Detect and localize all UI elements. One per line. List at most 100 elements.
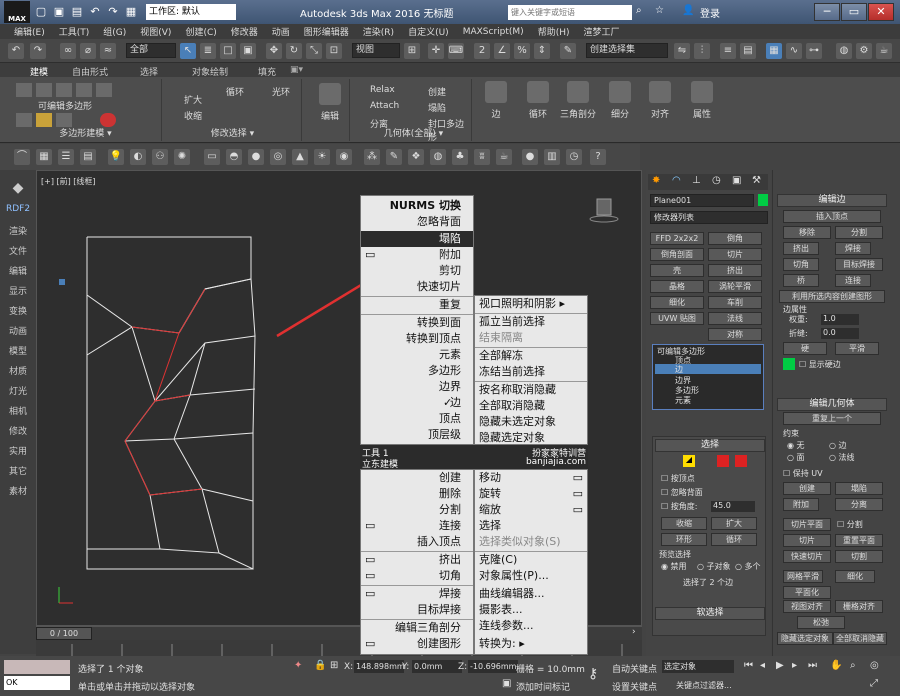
search-input[interactable]: 键入关键字或短语 (508, 5, 632, 20)
grow-button[interactable]: 扩大 (184, 93, 202, 106)
shrink-button[interactable]: 收缩 (184, 109, 202, 122)
binoculars-icon[interactable]: ⌕ (636, 5, 642, 16)
unlink-icon[interactable]: ⌀ (80, 43, 96, 59)
spinner-snap-icon[interactable]: ⇕ (534, 43, 550, 59)
quad-create[interactable]: 创建 (361, 470, 473, 486)
select-by-name-icon[interactable]: ≣ (200, 43, 216, 59)
show-end-icon[interactable] (36, 113, 52, 127)
preview-disable-radio[interactable]: ◉ 禁用 (661, 561, 687, 572)
extrude-button[interactable]: 挤出 (783, 242, 819, 255)
hard-edge-color-swatch[interactable] (783, 358, 795, 370)
quad-target-weld[interactable]: 目标焊接 (361, 602, 473, 618)
cut-button[interactable]: 切割 (835, 550, 883, 563)
auto-key-button[interactable]: 自动关键点 (612, 662, 657, 675)
relax-button[interactable]: 松弛 (797, 616, 845, 629)
menu-plugin[interactable]: 渲梦工厂 (583, 25, 619, 38)
quad-object-properties[interactable]: 对象属性(P)... (475, 568, 587, 584)
vray-icon[interactable]: ☕ (496, 149, 512, 165)
left-item-assets[interactable]: 素材 (0, 484, 36, 497)
quad-element[interactable]: 元素 (361, 347, 473, 363)
cloth-icon[interactable]: ❖ (408, 149, 424, 165)
selection-rollout-header[interactable]: 选择 (655, 439, 765, 452)
ribbon-group-label[interactable]: 修改选择 ▾ (164, 126, 301, 139)
z-coordinate-field[interactable]: -10.696mm (468, 660, 518, 673)
modifier-list-dropdown[interactable]: 修改器列表 (650, 211, 768, 224)
redo-icon[interactable]: ↷ (106, 5, 120, 19)
box-icon[interactable]: ▭ (204, 149, 220, 165)
undo-icon[interactable]: ↶ (8, 43, 24, 59)
cone-icon[interactable]: ▲ (292, 149, 308, 165)
percent-snap-icon[interactable]: % (514, 43, 530, 59)
quad-collapse[interactable]: 塌陷 (361, 231, 473, 247)
grid-icon[interactable]: ▤ (80, 149, 96, 165)
menu-modifiers[interactable]: 修改器 (231, 25, 258, 38)
properties-tool-button[interactable]: 属性 (682, 79, 722, 129)
quickslice-button[interactable]: 快速切片 (783, 550, 831, 563)
quad-insert-vertex[interactable]: 插入顶点 (361, 534, 473, 550)
manipulate-icon[interactable]: ✛ (428, 43, 444, 59)
planarize-button[interactable]: 平面化 (783, 586, 831, 599)
modifier-button[interactable]: FFD 2x2x2 (650, 232, 704, 245)
help-icon[interactable]: ? (590, 149, 606, 165)
menu-rendering[interactable]: 渲染(R) (363, 25, 394, 38)
loops-tool-button[interactable]: 循环 (518, 79, 558, 129)
material-ball-icon[interactable]: ● (522, 149, 538, 165)
asset-icon[interactable]: ▥ (544, 149, 560, 165)
soft-selection-rollout[interactable]: 软选择 (655, 607, 765, 620)
hide-selected-button[interactable]: 隐藏选定对象 (777, 632, 833, 645)
align-icon[interactable]: ⫶ (694, 43, 710, 59)
quad-edge[interactable]: ✓ 边 (361, 395, 473, 411)
ribbon-options-icon[interactable]: ▣▾ (290, 65, 303, 75)
chamfer-button[interactable]: 切角 (783, 258, 819, 271)
left-item-other[interactable]: 其它 (0, 464, 36, 477)
clock-icon[interactable]: ◷ (566, 149, 582, 165)
lock-selection-icon[interactable]: 🔒 (314, 660, 326, 671)
grow-button[interactable]: 扩大 (711, 517, 757, 530)
reset-plane-button[interactable]: 重置平面 (835, 534, 883, 547)
ribbon-group-label[interactable]: 几何体(全部) ▾ (356, 126, 471, 139)
preview-multi-radio[interactable]: ○ 多个 (735, 561, 761, 572)
x-coordinate-field[interactable]: 148.898mm (354, 660, 405, 673)
quad-rotate[interactable]: 旋转 ▭ (475, 486, 587, 502)
menu-views[interactable]: 视图(V) (140, 25, 171, 38)
quad-curve-editor[interactable]: 曲线编辑器... (475, 586, 587, 602)
settings-box-icon[interactable]: ▭ (365, 586, 375, 602)
left-item-modify[interactable]: 修改 (0, 424, 36, 437)
key-mode-dropdown[interactable]: 选定对象 (662, 660, 734, 673)
quad-attach[interactable]: ▭ 附加 (361, 247, 473, 263)
menu-create[interactable]: 创建(C) (185, 25, 216, 38)
login-link[interactable]: 登录 (700, 5, 720, 20)
settings-box-icon[interactable]: ▭ (365, 247, 375, 263)
grid-align-button[interactable]: 栅格对齐 (835, 600, 883, 613)
edit-button[interactable]: 编辑 (310, 81, 350, 131)
time-slider-thumb[interactable]: 0 / 100 (36, 627, 92, 640)
material-editor-icon[interactable]: ◍ (836, 43, 852, 59)
crease-field[interactable]: 0.0 (821, 328, 859, 339)
left-item-rdf[interactable]: RDF2 (0, 204, 36, 214)
snaps-toggle-icon[interactable]: 2 (474, 43, 490, 59)
shrink-button[interactable]: 收缩 (661, 517, 707, 530)
rig-icon[interactable]: ⚇ (152, 149, 168, 165)
unhide-all-button[interactable]: 全部取消隐藏 (833, 632, 887, 645)
pivot-icon[interactable]: ⊞ (404, 43, 420, 59)
ignore-backface-checkbox[interactable]: ☐ 忽略背面 (661, 487, 703, 498)
scale-icon[interactable]: ⤡ (306, 43, 322, 59)
select-object-icon[interactable]: ↖ (180, 43, 196, 59)
key-filters-button[interactable]: 关键点过滤器... (676, 680, 732, 691)
ribbon-group-label[interactable]: 多边形建模 ▾ (10, 126, 161, 139)
preserve-uv-icon[interactable] (100, 113, 116, 127)
list-icon[interactable]: ☰ (58, 149, 74, 165)
constraint-face-radio[interactable]: ○ 面 (787, 452, 805, 463)
by-angle-checkbox[interactable]: ☐ 按角度: (661, 501, 697, 512)
motion-tab-icon[interactable]: ◷ (712, 175, 721, 186)
by-vertex-checkbox[interactable]: ☐ 按顶点 (661, 473, 695, 484)
hierarchy-tab-icon[interactable]: ⊥ (692, 175, 701, 186)
goto-start-icon[interactable]: ⏮ (744, 660, 753, 671)
stack-prev-icon[interactable] (16, 113, 32, 127)
menu-maxscript[interactable]: MAXScript(M) (463, 27, 524, 37)
angle-field[interactable]: 45.0 (711, 501, 755, 512)
quad-extrude[interactable]: ▭ 挤出 (361, 552, 473, 568)
menu-group[interactable]: 组(G) (103, 25, 126, 38)
place-icon[interactable]: ⊡ (326, 43, 342, 59)
split-checkbox[interactable]: ☐ 分割 (837, 519, 863, 530)
